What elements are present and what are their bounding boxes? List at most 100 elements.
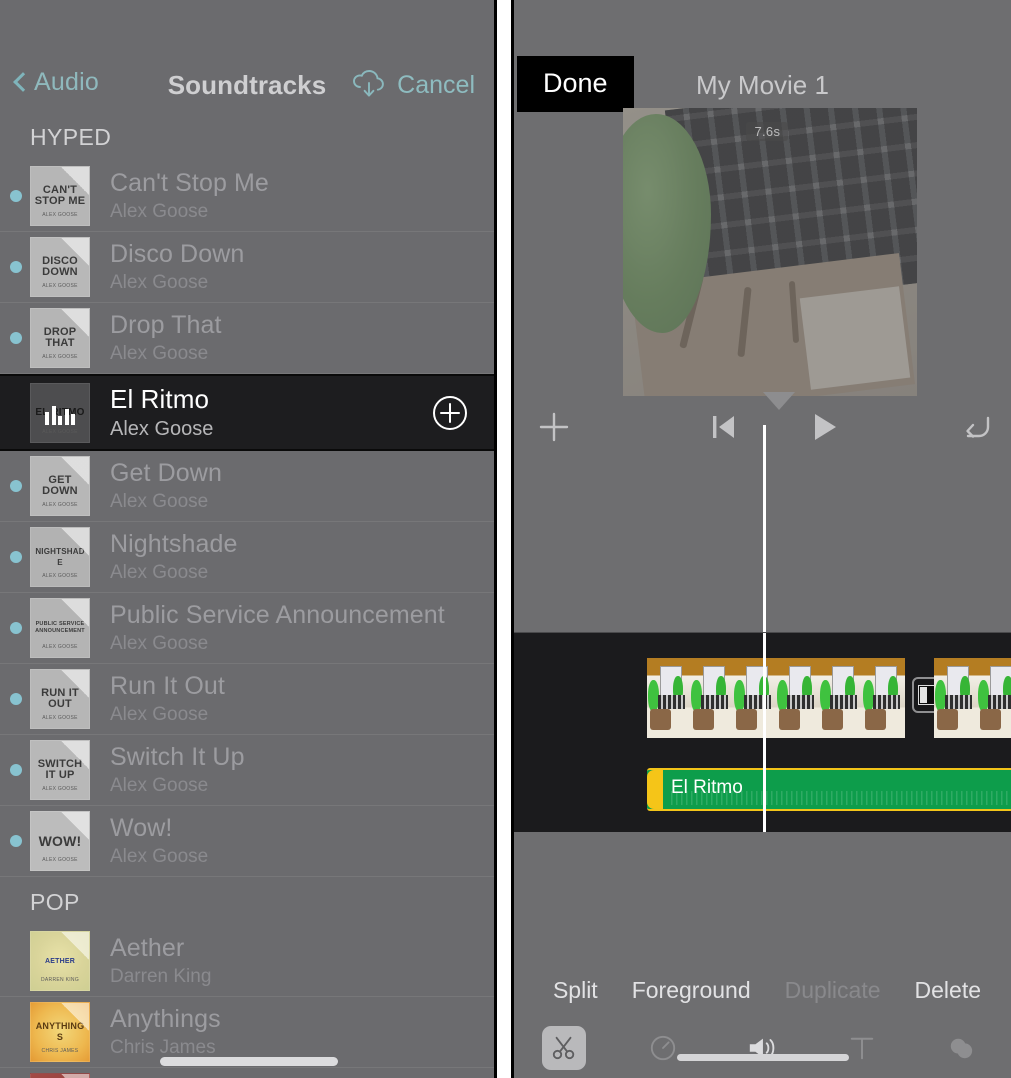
cut-tool[interactable] — [514, 1026, 613, 1070]
unplayed-dot-icon — [10, 261, 22, 273]
skip-start-icon[interactable] — [712, 414, 736, 440]
album-art: RUN IT OUT ALEX GOOSE — [30, 669, 90, 729]
playback-toolbar — [514, 397, 1011, 457]
split-button[interactable]: Split — [553, 977, 598, 1004]
audio-trim-handle[interactable] — [647, 770, 663, 809]
list-item[interactable]: RUN IT OUT ALEX GOOSE Run It Out Alex Go… — [0, 664, 494, 735]
download-fold-icon — [61, 670, 89, 698]
song-title: Nightshade — [110, 530, 494, 559]
text-t-icon — [840, 1026, 884, 1070]
unplayed-dot-icon — [10, 332, 22, 344]
song-meta: Aether Darren King — [110, 934, 494, 988]
editor-navbar: Done My Movie 1 — [514, 0, 1011, 112]
filters-icon — [939, 1026, 983, 1070]
song-artist: Alex Goose — [110, 562, 494, 584]
list-item[interactable]: PUBLIC SERVICE ANNOUNCEMENT ALEX GOOSE P… — [0, 593, 494, 664]
undo-icon[interactable] — [961, 413, 991, 441]
title-tool — [812, 1026, 911, 1070]
album-art: WOW! ALEX GOOSE — [30, 811, 90, 871]
song-title: Disco Down — [110, 240, 494, 269]
download-fold-icon — [61, 1074, 89, 1078]
filmstrip-frame — [647, 658, 690, 738]
playhead-marker-icon — [763, 392, 795, 410]
list-item[interactable]: DROP THAT ALEX GOOSE Drop That Alex Goos… — [0, 303, 494, 374]
song-meta: Anythings Chris James — [110, 1005, 494, 1059]
song-meta: Run It Out Alex Goose — [110, 672, 494, 726]
download-fold-icon — [61, 741, 89, 769]
soundtracks-navbar: Audio Soundtracks Cancel — [0, 0, 494, 112]
song-meta: Disco Down Alex Goose — [110, 240, 494, 294]
unplayed-dot-icon — [10, 693, 22, 705]
download-fold-icon — [61, 932, 89, 960]
play-icon[interactable] — [812, 413, 838, 441]
clip-actions-bar: Split Foreground Duplicate Delete — [514, 967, 1011, 1013]
project-title: My Movie 1 — [514, 70, 1011, 101]
album-art: DROP THAT ALEX GOOSE — [30, 308, 90, 368]
next-clip-filmstrip[interactable] — [934, 658, 1011, 738]
list-item-selected-el-ritmo[interactable]: EL RITMO ALEX GOOSE El Ritmo Alex Goose — [0, 374, 494, 451]
volume-tool[interactable] — [713, 1026, 812, 1070]
album-art: PUBLIC SERVICE ANNOUNCEMENT ALEX GOOSE — [30, 598, 90, 658]
song-title: Can't Stop Me — [110, 169, 494, 198]
playhead-line-top — [763, 425, 766, 457]
section-header-hyped: HYPED — [0, 112, 494, 161]
equalizer-bars-icon — [45, 405, 75, 425]
album-art: BETTER — [30, 1073, 90, 1078]
song-artist: Alex Goose — [110, 704, 494, 726]
plus-icon[interactable] — [539, 412, 569, 442]
song-title: Drop That — [110, 311, 494, 340]
soundtracks-panel: Audio Soundtracks Cancel HYPED CAN'T STO… — [0, 0, 497, 1078]
song-artist: Alex Goose — [110, 201, 494, 223]
download-fold-icon — [61, 599, 89, 627]
speedometer-icon — [641, 1026, 685, 1070]
song-title: Wow! — [110, 814, 494, 843]
song-artist: Alex Goose — [110, 272, 494, 294]
cloud-download-icon[interactable] — [350, 70, 388, 102]
song-list-hyped[interactable]: CAN'T STOP ME ALEX GOOSE Can't Stop Me A… — [0, 161, 494, 877]
video-clip-filmstrip[interactable] — [647, 658, 905, 738]
list-item[interactable]: SWITCH IT UP ALEX GOOSE Switch It Up Ale… — [0, 735, 494, 806]
foreground-button[interactable]: Foreground — [632, 977, 751, 1004]
filters-tool — [912, 1026, 1011, 1070]
filmstrip-frame — [977, 658, 1011, 738]
song-title: Anythings — [110, 1005, 494, 1034]
song-meta: Can't Stop Me Alex Goose — [110, 169, 494, 223]
dim-overlay — [623, 108, 917, 396]
song-meta: Nightshade Alex Goose — [110, 530, 494, 584]
list-item[interactable]: DISCO DOWN ALEX GOOSE Disco Down Alex Go… — [0, 232, 494, 303]
list-item[interactable]: NIGHTSHADE ALEX GOOSE Nightshade Alex Go… — [0, 522, 494, 593]
song-artist: Alex Goose — [110, 343, 494, 365]
list-item[interactable]: GET DOWN ALEX GOOSE Get Down Alex Goose — [0, 451, 494, 522]
song-title: Switch It Up — [110, 743, 494, 772]
song-title: Aether — [110, 934, 494, 963]
playhead-line[interactable] — [763, 633, 766, 832]
list-item[interactable]: BETTER Better Than Chocolate — [0, 1068, 494, 1078]
scroll-indicator[interactable] — [160, 1057, 338, 1066]
album-art: EL RITMO ALEX GOOSE — [30, 383, 90, 443]
list-item[interactable]: AETHER DARREN KING Aether Darren King — [0, 926, 494, 997]
song-title: Run It Out — [110, 672, 494, 701]
song-meta: Wow! Alex Goose — [110, 814, 494, 868]
cancel-button[interactable]: Cancel — [397, 71, 475, 100]
section-header-pop: POP — [0, 877, 494, 926]
filmstrip-frame — [690, 658, 733, 738]
speaker-icon — [740, 1026, 784, 1070]
filmstrip-frame — [862, 658, 905, 738]
timeline[interactable]: El Ritmo — [514, 632, 1011, 832]
list-item[interactable]: CAN'T STOP ME ALEX GOOSE Can't Stop Me A… — [0, 161, 494, 232]
plus-circle-icon[interactable] — [432, 395, 468, 431]
screenshot-root: Audio Soundtracks Cancel HYPED CAN'T STO… — [0, 0, 1011, 1078]
audio-clip-el-ritmo[interactable]: El Ritmo — [647, 768, 1011, 811]
delete-button[interactable]: Delete — [915, 977, 981, 1004]
download-fold-icon — [61, 528, 89, 556]
speed-tool — [613, 1026, 712, 1070]
video-preview[interactable]: 7.6s — [623, 108, 917, 396]
song-list-pop[interactable]: AETHER DARREN KING Aether Darren King AN… — [0, 926, 494, 1078]
list-item[interactable]: WOW! ALEX GOOSE Wow! Alex Goose — [0, 806, 494, 877]
song-meta: Drop That Alex Goose — [110, 311, 494, 365]
album-art: ANYTHINGS CHRIS JAMES — [30, 1002, 90, 1062]
imovie-editor-panel: Done My Movie 1 7.6s — [511, 0, 1011, 1078]
unplayed-dot-icon — [10, 764, 22, 776]
song-meta: Switch It Up Alex Goose — [110, 743, 494, 797]
timeline-upper-gap — [514, 457, 1011, 632]
